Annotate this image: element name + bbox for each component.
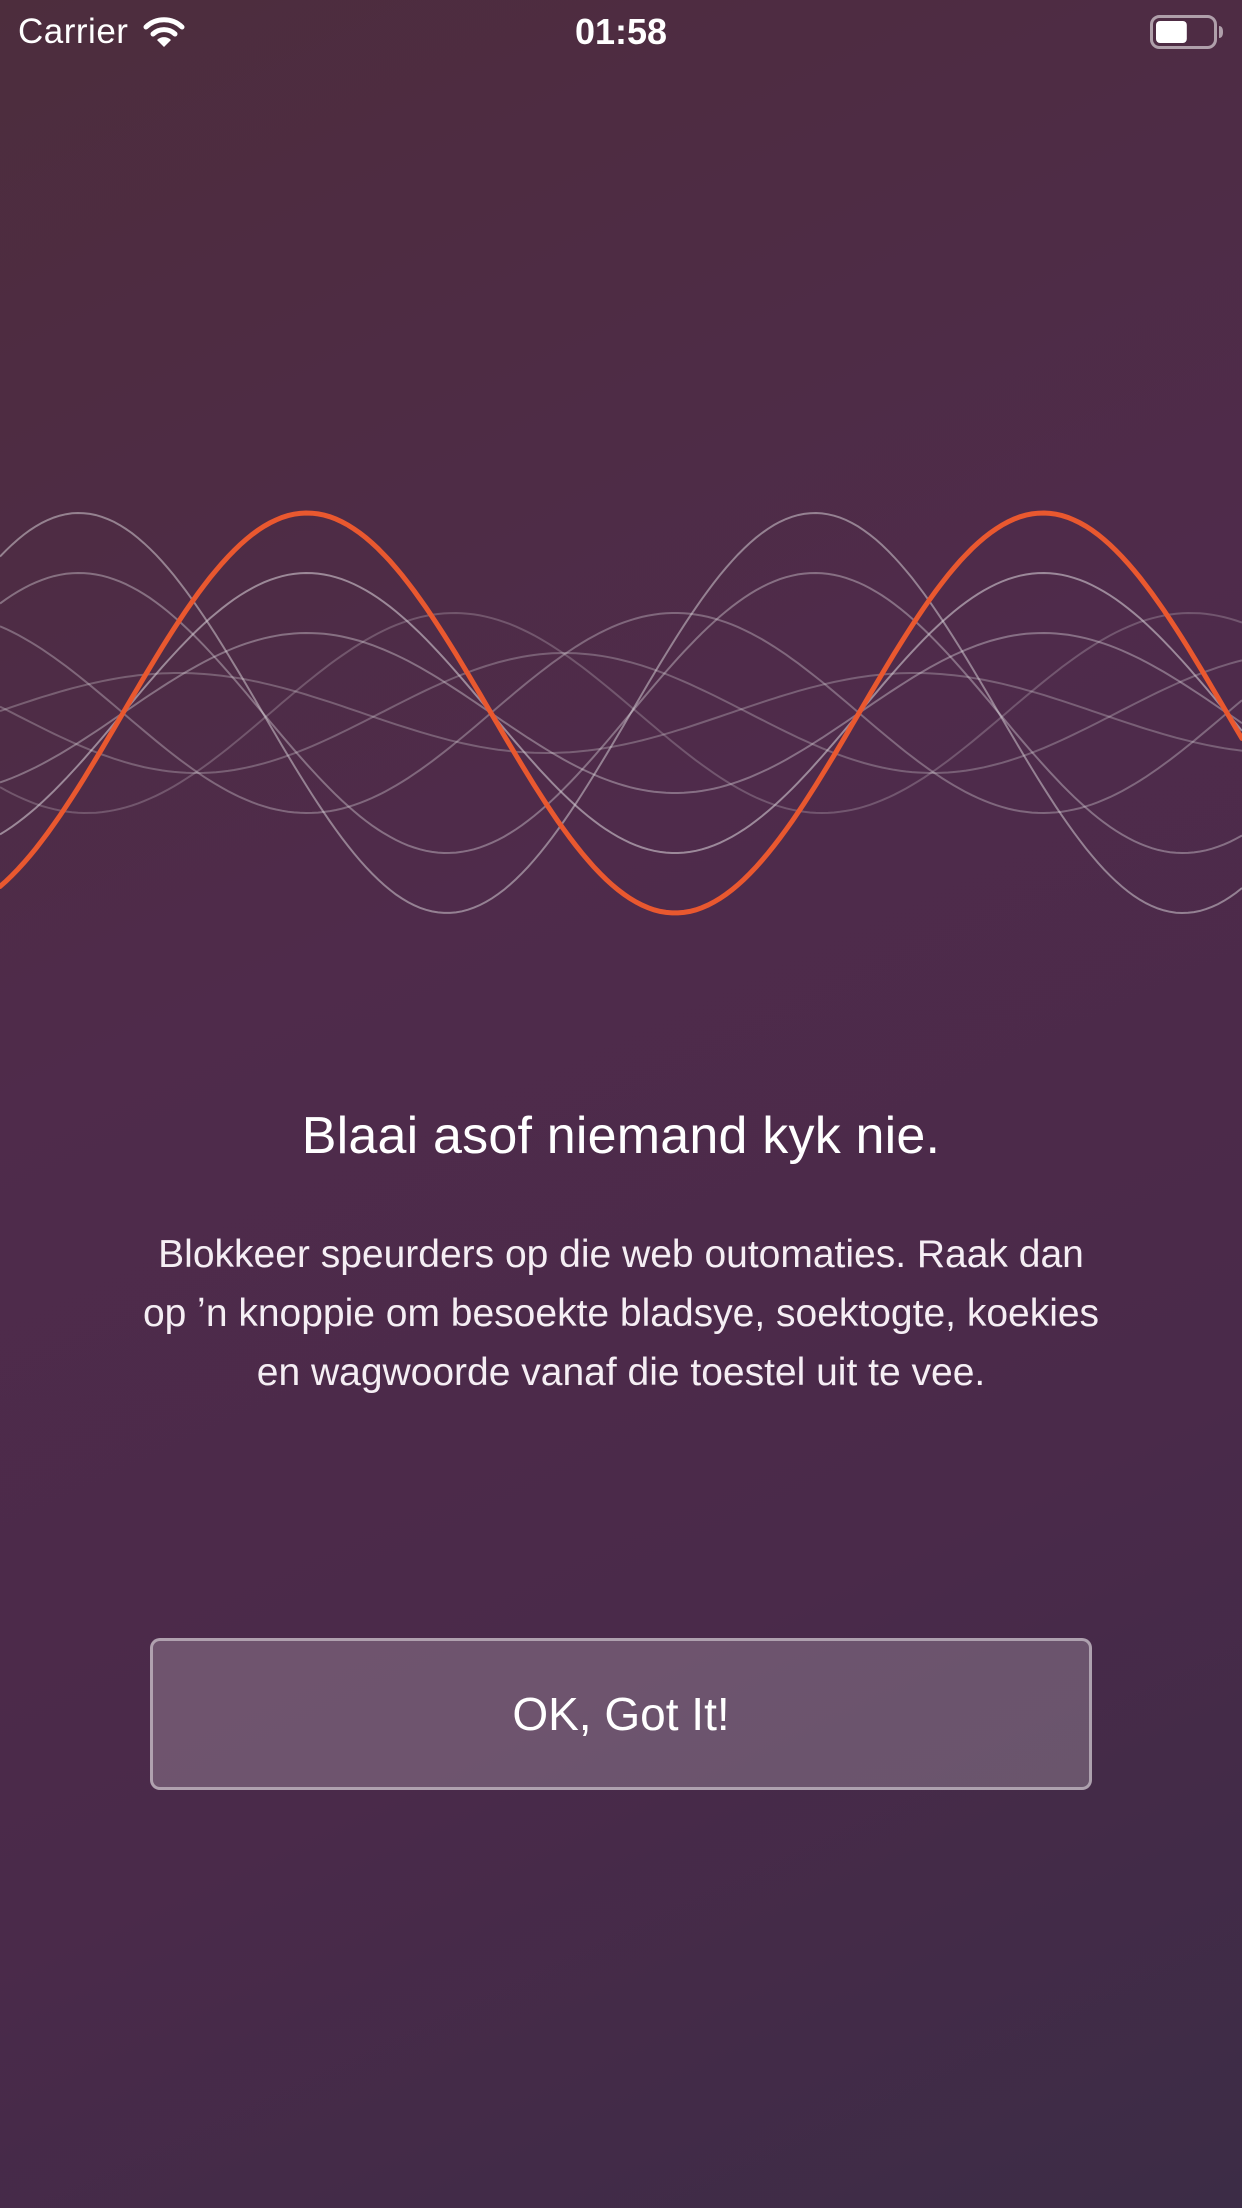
grey-wave-lines (0, 511, 1242, 915)
grey-wave-line-1 (0, 571, 1242, 854)
grey-wave-line-7 (0, 611, 1242, 815)
grey-wave-line-5 (0, 612, 1242, 815)
grey-wave-line-8 (0, 672, 1242, 754)
battery-icon (1150, 15, 1223, 49)
onboarding-headline: Blaai asof niemand kyk nie. (301, 1107, 941, 1165)
status-bar: Carrier 01:58 (0, 0, 1242, 64)
ok-got-it-button[interactable]: OK, Got It! (150, 1638, 1092, 1790)
onboarding-description: Blokkeer speurders op die web outomaties… (142, 1233, 1100, 1394)
sound-waves-illustration (0, 510, 1242, 916)
grey-wave-line-2 (0, 631, 1242, 794)
status-time: 01:58 (574, 11, 668, 52)
grey-wave-line-4 (0, 571, 1242, 855)
